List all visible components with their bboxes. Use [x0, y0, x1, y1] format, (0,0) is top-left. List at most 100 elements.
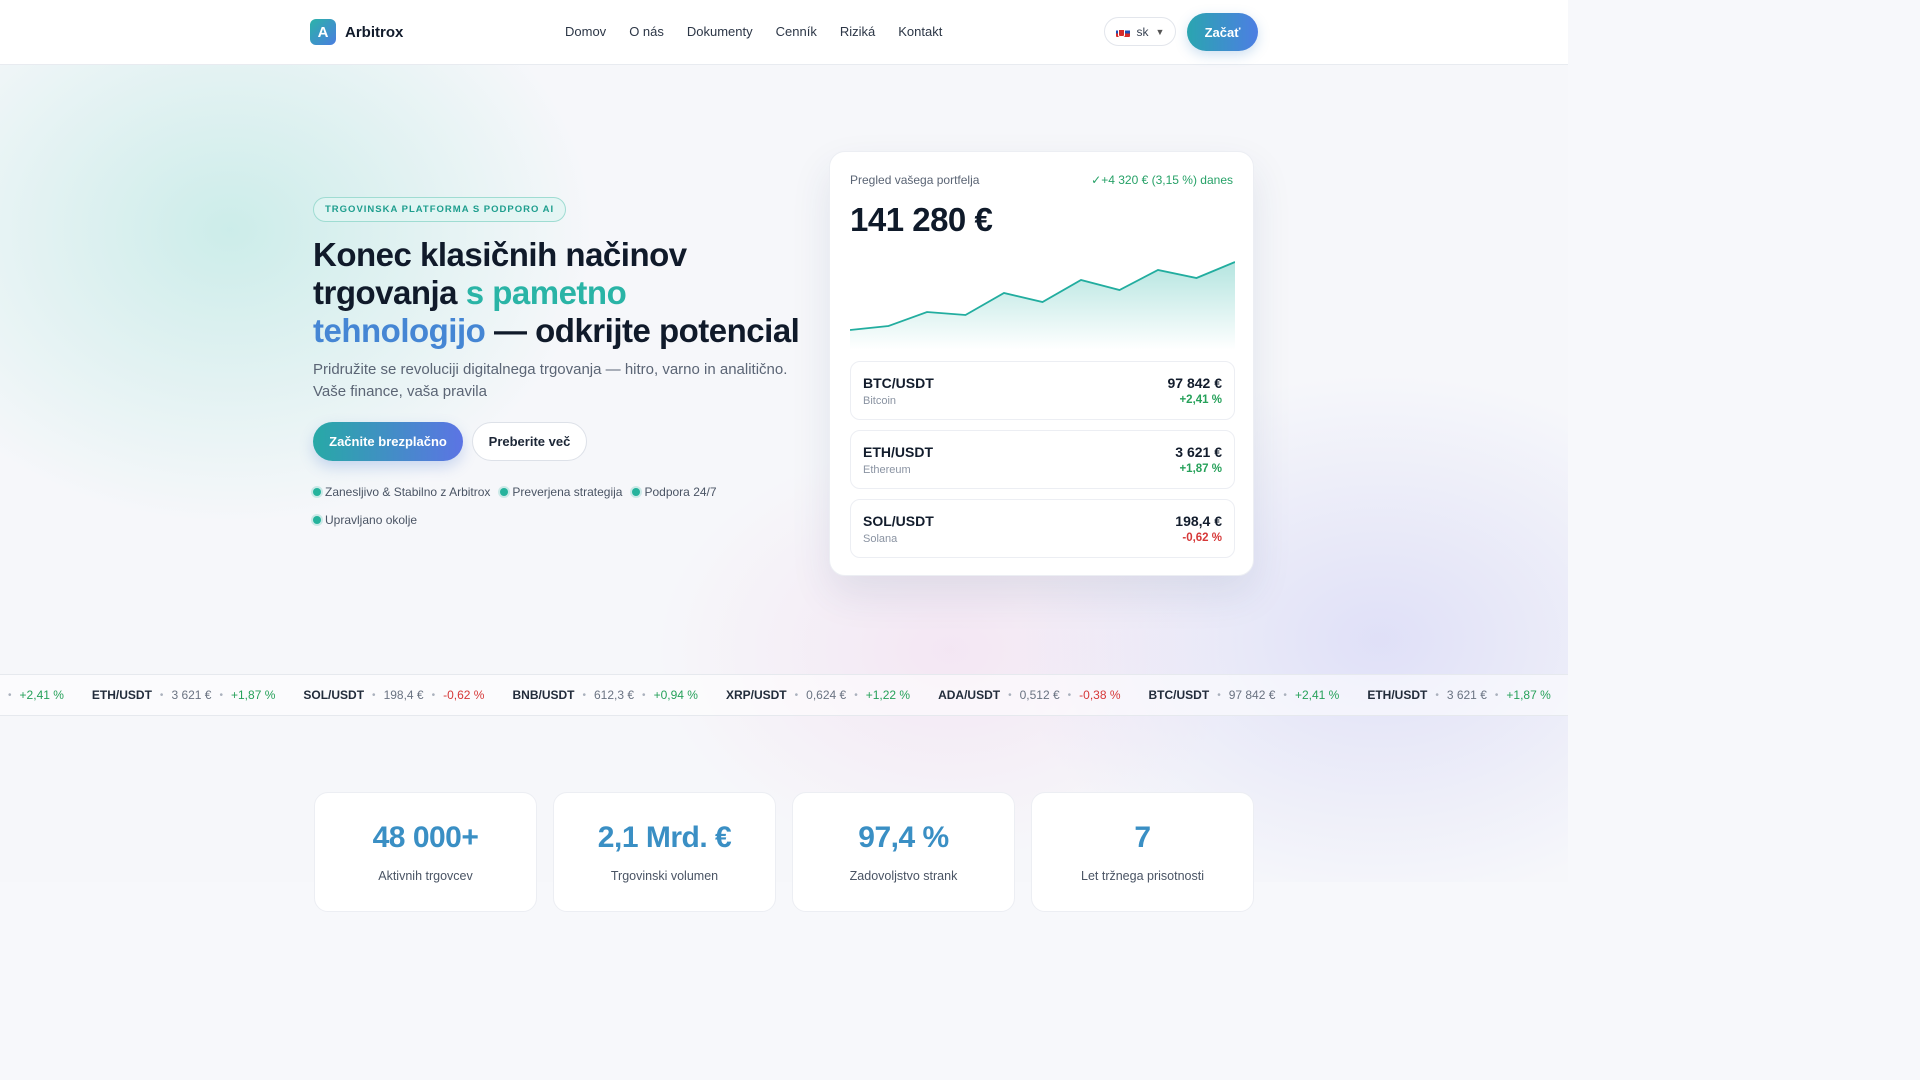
separator-dot-icon: •: [794, 689, 799, 701]
ticker-change: +0,94 %: [653, 688, 698, 702]
ticker-item: BTC/USDT • 97 842 € • +2,41 %: [1149, 688, 1340, 702]
pair-symbol: SOL/USDT: [863, 513, 934, 529]
pair-price: 97 842 €: [1167, 375, 1223, 391]
feature-item: Zanesljivo & Stabilno z Arbitrox: [313, 484, 490, 500]
ticker-change: +2,41 %: [1294, 688, 1340, 702]
nav-link-contact[interactable]: Kontakt: [898, 24, 942, 39]
headline-text-2: — odkrijte potencial: [485, 312, 800, 349]
stat-card-satisfaction: 97,4 % Zadovoljstvo strank: [792, 792, 1015, 912]
feature-list: Zanesljivo & Stabilno z Arbitrox Preverj…: [313, 484, 733, 528]
stats-row: 48 000+ Aktivnih trgovcev 2,1 Mrd. € Trg…: [314, 792, 1254, 912]
hero-subtitle: Pridružite se revoluciji digitalnega trg…: [313, 361, 788, 400]
ticker-symbol: XRP/USDT: [725, 688, 787, 702]
ticker-item: ADA/USDT • 0,512 € • -0,38 %: [938, 688, 1120, 702]
separator-dot-icon: •: [1283, 689, 1287, 701]
hero-headline: Konec klasičnih načinov trgovanja s pame…: [313, 236, 803, 350]
ticker-price: 3 621 €: [171, 688, 212, 702]
pair-change: +2,41 %: [1179, 394, 1222, 406]
pair-row-eth[interactable]: ETH/USDT Ethereum 3 621 € +1,87 %: [850, 430, 1235, 489]
portfolio-daily-change: ✓+4 320 € (3,15 %) danes: [1091, 173, 1233, 187]
page-background: [0, 0, 1568, 882]
pair-list: BTC/USDT Bitcoin 97 842 € +2,41 % ETH/US…: [850, 361, 1235, 568]
main-nav: Domov O nás Dokumenty Cenník Riziká Kont…: [565, 24, 942, 39]
ticker-change: -0,62 %: [443, 688, 485, 702]
ticker-item: ETH/USDT • 3 621 € • +1,87 %: [1367, 688, 1550, 702]
separator-dot-icon: •: [642, 689, 646, 701]
portfolio-total: 141 280 €: [850, 201, 993, 238]
feature-item: Podpora 24/7: [632, 484, 717, 500]
pair-asset-name: Ethereum: [863, 464, 911, 476]
chevron-down-icon: ▼: [1155, 26, 1165, 37]
portfolio-card: Pregled vašega portfelja ✓+4 320 € (3,15…: [829, 151, 1254, 576]
nav-link-pricing[interactable]: Cenník: [776, 24, 817, 39]
separator-dot-icon: •: [8, 689, 12, 701]
stat-value: 2,1 Mrd. €: [597, 821, 732, 854]
separator-dot-icon: •: [1494, 689, 1499, 701]
stat-value: 97,4 %: [858, 821, 949, 854]
stat-card-years: 7 Let tržnega prisotnosti: [1031, 792, 1254, 912]
feature-item: Upravljano okolje: [313, 512, 417, 528]
pair-asset-name: Solana: [863, 533, 898, 545]
nav-link-risks[interactable]: Riziká: [840, 24, 875, 39]
headline-highlight-teal: s pametno: [465, 274, 627, 311]
pair-asset-name: Bitcoin: [863, 395, 897, 407]
start-free-button[interactable]: Začnite brezplačno: [313, 422, 463, 461]
pair-change: -0,62 %: [1182, 532, 1222, 544]
ticker-item: SOL/USDT • 198,4 € • -0,62 %: [303, 688, 484, 702]
ticker-item: XRP/USDT • 0,624 € • +1,22 %: [726, 688, 910, 702]
stat-card-volume: 2,1 Mrd. € Trgovinski volumen: [553, 792, 776, 912]
stat-card-traders: 48 000+ Aktivnih trgovcev: [314, 792, 537, 912]
pair-price: 198,4 €: [1175, 513, 1222, 529]
headline-highlight-blue: tehnologijo: [313, 312, 486, 349]
stat-value: 48 000+: [372, 821, 479, 854]
ticker-change: +2,41 %: [19, 688, 64, 702]
pair-row-btc[interactable]: BTC/USDT Bitcoin 97 842 € +2,41 %: [850, 361, 1235, 420]
ticker-symbol: ETH/USDT: [91, 688, 152, 702]
nav-link-about[interactable]: O nás: [629, 24, 664, 39]
read-more-button[interactable]: Preberite več: [472, 422, 587, 461]
ticker-symbol: ETH/USDT: [1367, 688, 1428, 702]
start-button[interactable]: Začať: [1187, 13, 1258, 51]
stat-label: Zadovoljstvo strank: [849, 869, 958, 883]
price-ticker: 842 €•+2,41 %ETH/USDT•3 621 €•+1,87 %SOL…: [0, 674, 1568, 716]
stat-label: Aktivnih trgovcev: [378, 869, 473, 883]
brand-logo[interactable]: A Arbitrox: [310, 19, 403, 45]
hero-badge: TRGOVINSKA PLATFORMA S PODPORO AI: [313, 197, 567, 222]
check-dot-icon: [313, 488, 321, 496]
ticker-change: +1,87 %: [231, 688, 276, 702]
feature-item: Preverjena strategija: [500, 484, 622, 500]
language-selector[interactable]: sk ▼: [1104, 17, 1176, 46]
brand-name: Arbitrox: [345, 23, 404, 41]
separator-dot-icon: •: [219, 689, 223, 701]
check-dot-icon: [632, 488, 641, 496]
ticker-price: 3 621 €: [1446, 688, 1487, 702]
pair-change: +1,87 %: [1179, 463, 1222, 475]
ticker-price: 97 842 €: [1228, 688, 1276, 702]
stat-label: Trgovinski volumen: [610, 869, 719, 883]
check-dot-icon: [313, 516, 321, 524]
slovak-flag-icon: [1115, 26, 1130, 37]
separator-dot-icon: •: [431, 689, 436, 701]
separator-dot-icon: •: [159, 689, 164, 701]
logo-icon: A: [310, 19, 336, 45]
language-code: sk: [1136, 24, 1149, 39]
ticker-price: 0,624 €: [806, 688, 847, 702]
pair-symbol: ETH/USDT: [863, 444, 933, 460]
chart-area: [850, 262, 1235, 350]
separator-dot-icon: •: [854, 689, 858, 701]
portfolio-chart: [850, 261, 1235, 350]
stat-label: Let tržnega prisotnosti: [1081, 869, 1204, 883]
ticker-item: BNB/USDT • 612,3 € • +0,94 %: [512, 688, 697, 702]
separator-dot-icon: •: [1067, 689, 1072, 701]
top-navbar: A Arbitrox Domov O nás Dokumenty Cenník …: [0, 0, 1568, 65]
pair-row-sol[interactable]: SOL/USDT Solana 198,4 € -0,62 %: [850, 499, 1235, 558]
ticker-symbol: BTC/USDT: [1148, 688, 1210, 702]
separator-dot-icon: •: [1008, 689, 1012, 701]
separator-dot-icon: •: [1435, 689, 1439, 701]
pair-symbol: BTC/USDT: [863, 375, 934, 391]
ticker-symbol: SOL/USDT: [303, 688, 365, 702]
ticker-change: +1,87 %: [1506, 688, 1551, 702]
portfolio-title: Pregled vašega portfelja: [850, 173, 980, 187]
nav-link-documents[interactable]: Dokumenty: [687, 24, 753, 39]
nav-link-home[interactable]: Domov: [565, 24, 606, 39]
